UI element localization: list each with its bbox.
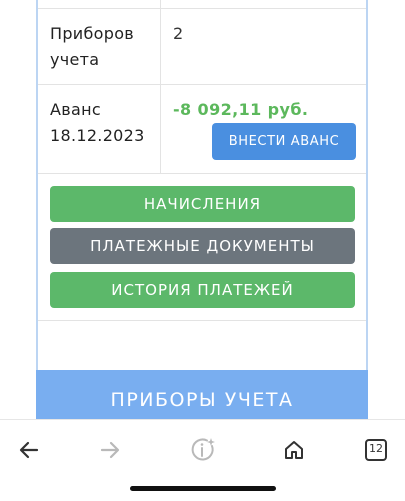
info-sparkle-icon[interactable] bbox=[183, 430, 223, 470]
meters-label: Приборов учета bbox=[50, 21, 134, 73]
home-indicator[interactable] bbox=[130, 486, 276, 491]
home-icon[interactable] bbox=[274, 430, 314, 470]
advance-label-line1: Аванс bbox=[50, 100, 101, 119]
account-card: Приборов учета 2 Аванс 18.12.2023 -8 092… bbox=[36, 0, 368, 420]
back-arrow-icon[interactable] bbox=[9, 430, 49, 470]
meters-label-line1: Приборов bbox=[50, 24, 135, 43]
payment-history-button[interactable]: ИСТОРИЯ ПЛАТЕЖЕЙ bbox=[50, 272, 355, 308]
advance-label: Аванс 18.12.2023 bbox=[50, 97, 145, 149]
advance-amount: -8 092,11 руб. bbox=[173, 100, 309, 119]
meters-value: 2 bbox=[173, 24, 184, 43]
payment-documents-button[interactable]: ПЛАТЕЖНЫЕ ДОКУМЕНТЫ bbox=[50, 228, 355, 264]
tab-count: 12 bbox=[369, 442, 383, 455]
table-row-advance: Аванс 18.12.2023 -8 092,11 руб. ВНЕСТИ А… bbox=[38, 85, 366, 174]
tabs-icon[interactable]: 12 bbox=[356, 430, 396, 470]
table-row-meters: Приборов учета 2 bbox=[38, 8, 366, 85]
accruals-button[interactable]: НАЧИСЛЕНИЯ bbox=[50, 186, 355, 222]
deposit-advance-button[interactable]: ВНЕСТИ АВАНС bbox=[212, 123, 356, 160]
meters-label-line2: учета bbox=[50, 50, 100, 69]
forward-arrow-icon[interactable] bbox=[90, 430, 130, 470]
actions-row: НАЧИСЛЕНИЯ ПЛАТЕЖНЫЕ ДОКУМЕНТЫ ИСТОРИЯ П… bbox=[38, 174, 366, 321]
advance-date: 18.12.2023 bbox=[50, 126, 145, 145]
